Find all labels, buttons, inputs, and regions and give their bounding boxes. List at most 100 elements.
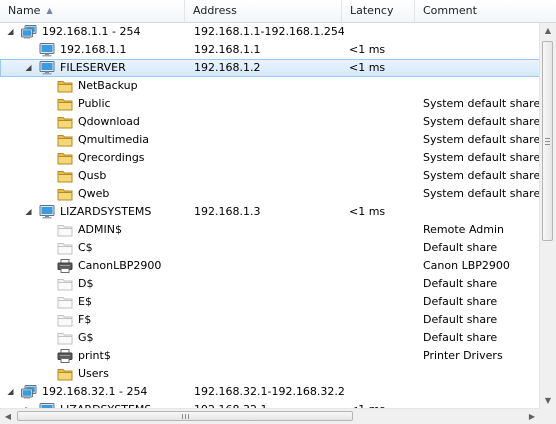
tree-row[interactable]: Public System default share — [0, 95, 540, 113]
row-latency — [349, 275, 415, 293]
column-header-address[interactable]: Address — [185, 0, 342, 22]
folder-icon — [57, 151, 73, 165]
row-latency: <1 ms — [349, 43, 386, 56]
tree-row[interactable]: 192.168.1.1 192.168.1.1 <1 ms — [0, 41, 540, 59]
row-address — [194, 311, 344, 329]
row-address — [194, 167, 344, 185]
row-address: 192.168.32.1-192.168.32.254 — [194, 385, 344, 398]
hidden-folder-icon — [57, 241, 73, 255]
hidden-folder-icon — [57, 313, 73, 327]
scroll-left-arrow-icon[interactable]: ◀ — [0, 409, 16, 424]
row-latency — [349, 131, 415, 149]
column-name-label: Name — [8, 4, 41, 17]
row-latency — [349, 257, 415, 275]
network-range-icon — [21, 385, 37, 399]
row-address: 192.168.1.1 — [194, 43, 261, 56]
row-address: 192.168.1.3 — [194, 205, 261, 218]
row-comment — [423, 41, 540, 59]
folder-icon — [57, 97, 73, 111]
row-name: NetBackup — [78, 79, 138, 92]
row-comment: Remote Admin — [423, 223, 504, 236]
row-latency — [349, 347, 415, 365]
row-latency — [349, 113, 415, 131]
column-header-comment[interactable]: Comment — [415, 0, 556, 22]
tree-row[interactable]: Qweb System default share — [0, 185, 540, 203]
computer-icon — [39, 205, 55, 219]
row-address: 192.168.1.2 — [194, 61, 261, 74]
vertical-scrollbar[interactable]: ▲ ▼ — [539, 23, 556, 409]
tree-row[interactable]: F$ Default share — [0, 311, 540, 329]
row-address — [194, 149, 344, 167]
row-latency — [349, 185, 415, 203]
scroll-down-arrow-icon[interactable]: ▼ — [540, 393, 556, 409]
row-name: 192.168.1.1 - 254 — [42, 25, 141, 38]
row-latency — [349, 311, 415, 329]
row-name: Public — [78, 97, 111, 110]
folder-icon — [57, 133, 73, 147]
hidden-folder-icon — [57, 331, 73, 345]
row-latency — [349, 77, 415, 95]
tree-row[interactable]: ◢ 192.168.32.1 - 254 192.168.32.1-192.168.… — [0, 383, 540, 401]
row-name: Qusb — [78, 169, 107, 182]
row-latency — [349, 293, 415, 311]
computer-icon — [39, 61, 55, 75]
row-comment: System default share — [423, 151, 540, 164]
row-name: CanonLBP2900 — [78, 259, 162, 272]
folder-icon — [57, 187, 73, 201]
tree-row[interactable]: Qrecordings System default share — [0, 149, 540, 167]
row-address: 192.168.1.1-192.168.1.254 — [194, 25, 344, 38]
collapse-arrow-icon[interactable]: ◢ — [6, 23, 15, 41]
column-header-latency[interactable]: Latency — [342, 0, 415, 22]
collapse-arrow-icon[interactable]: ◢ — [24, 203, 33, 221]
tree-row[interactable]: Qdownload System default share — [0, 113, 540, 131]
row-name: D$ — [78, 277, 94, 290]
tree-row[interactable]: Users — [0, 365, 540, 383]
tree-row[interactable]: ADMIN$ Remote Admin — [0, 221, 540, 239]
collapse-arrow-icon[interactable]: ◢ — [24, 59, 33, 77]
row-latency — [349, 239, 415, 257]
scrollbar-corner — [540, 409, 556, 424]
row-comment — [423, 77, 540, 95]
tree-row[interactable]: CanonLBP2900 Canon LBP2900 — [0, 257, 540, 275]
row-address — [194, 293, 344, 311]
row-name: G$ — [78, 331, 94, 344]
tree-row[interactable]: ◢ FILESERVER 192.168.1.2 <1 ms — [0, 59, 540, 77]
collapse-arrow-icon[interactable]: ◢ — [6, 383, 15, 401]
row-address — [194, 365, 344, 383]
tree-row[interactable]: print$ Printer Drivers — [0, 347, 540, 365]
tree-row[interactable]: NetBackup — [0, 77, 540, 95]
scroll-up-arrow-icon[interactable]: ▲ — [540, 23, 556, 39]
row-name: C$ — [78, 241, 93, 254]
row-name: Qmultimedia — [78, 133, 150, 146]
hidden-folder-icon — [57, 223, 73, 237]
row-address — [194, 221, 344, 239]
tree-row[interactable]: G$ Default share — [0, 329, 540, 347]
horizontal-scrollbar[interactable]: ◀ ▶ — [0, 408, 540, 424]
row-comment: System default share — [423, 187, 540, 200]
horizontal-scroll-thumb[interactable] — [17, 411, 353, 421]
tree-row[interactable]: Qmultimedia System default share — [0, 131, 540, 149]
row-name: Qrecordings — [78, 151, 145, 164]
hidden-folder-icon — [57, 295, 73, 309]
row-latency — [349, 95, 415, 113]
row-comment — [423, 59, 540, 77]
tree-list: ◢ 192.168.1.1 - 254 192.168.1.1-192.168.1.… — [0, 23, 540, 409]
computer-icon — [39, 43, 55, 57]
printer-icon — [57, 349, 73, 363]
tree-row[interactable]: C$ Default share — [0, 239, 540, 257]
row-name: LIZARDSYSTEMS — [60, 205, 152, 218]
row-address — [194, 131, 344, 149]
row-comment: Default share — [423, 295, 498, 308]
tree-row[interactable]: D$ Default share — [0, 275, 540, 293]
row-address — [194, 347, 344, 365]
row-comment: Default share — [423, 313, 498, 326]
tree-row[interactable]: E$ Default share — [0, 293, 540, 311]
tree-row[interactable]: ◢ LIZARDSYSTEMS 192.168.1.3 <1 ms — [0, 203, 540, 221]
tree-row[interactable]: ◢ 192.168.1.1 - 254 192.168.1.1-192.168.1.… — [0, 23, 540, 41]
scroll-right-arrow-icon[interactable]: ▶ — [524, 409, 540, 424]
vertical-scroll-thumb[interactable] — [542, 41, 553, 241]
column-header-name[interactable]: Name ▲ — [0, 0, 185, 22]
tree-row[interactable]: Qusb System default share — [0, 167, 540, 185]
row-latency — [349, 221, 415, 239]
row-comment: System default share — [423, 115, 540, 128]
